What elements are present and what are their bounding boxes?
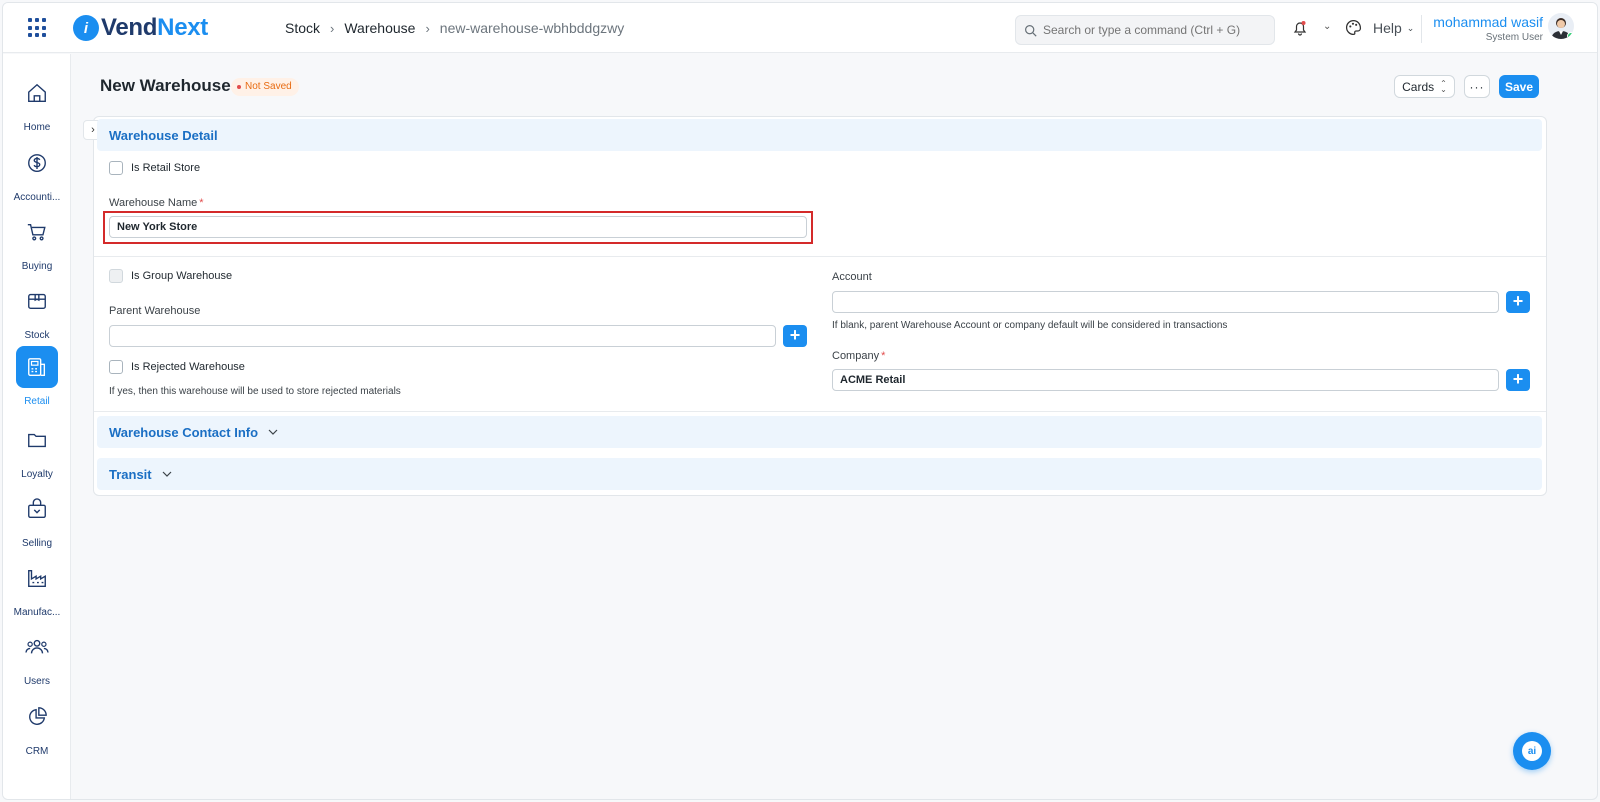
search-icon [1025, 24, 1037, 37]
section-title: Transit [109, 466, 152, 482]
sidebar-item-label: Stock [24, 330, 50, 341]
sidebar-item-selling[interactable]: Selling [3, 488, 71, 554]
sidebar-item-label: Home [23, 122, 51, 133]
user-name: mohammad wasif [1433, 14, 1543, 30]
sidebar-item-label: Accounti... [13, 192, 61, 203]
user-menu[interactable]: mohammad wasif System User [1433, 14, 1543, 43]
sidebar-item-home[interactable]: Home [3, 72, 71, 138]
chevron-down-icon: ⌄ [1406, 22, 1415, 33]
breadcrumb-item-stock[interactable]: Stock [285, 20, 320, 36]
sidebar-item-stock[interactable]: Stock [3, 280, 71, 346]
breadcrumb-item-warehouse[interactable]: Warehouse [344, 20, 415, 36]
help-label: Help [1373, 20, 1402, 36]
checkbox-label: Is Group Warehouse [131, 270, 233, 282]
sidebar-item-accounting[interactable]: Accounti... [3, 142, 71, 208]
pos-icon [28, 358, 46, 376]
nav-divider [1421, 15, 1422, 43]
sidebar-item-label: CRM [25, 746, 49, 757]
section-warehouse-contact-info[interactable]: Warehouse Contact Info [97, 416, 1542, 448]
sidebar-item-retail[interactable]: Retail [3, 346, 71, 412]
breadcrumb: Stock › Warehouse › new-warehouse-wbhbdd… [285, 20, 624, 36]
checkbox-box[interactable] [109, 360, 123, 374]
add-parent-warehouse-button[interactable]: + [783, 325, 807, 347]
warehouse-name-input[interactable]: New York Store [109, 216, 807, 238]
sidebar-item-label: Loyalty [21, 469, 53, 480]
is-group-warehouse-checkbox[interactable]: Is Group Warehouse [109, 269, 232, 283]
palette-icon[interactable] [1345, 19, 1362, 36]
home-icon [28, 83, 46, 102]
sidebar-item-manufacturing[interactable]: Manufac... [3, 557, 71, 623]
section-title: Warehouse Detail [109, 127, 218, 143]
folder-icon [28, 433, 46, 448]
sidebar-item-label: Selling [21, 538, 53, 549]
rejected-warehouse-help: If yes, then this warehouse will be used… [109, 386, 401, 397]
app-window: i VendNext Stock › Warehouse › new-wareh… [2, 2, 1598, 800]
section-warehouse-detail[interactable]: Warehouse Detail [97, 119, 1542, 151]
view-select-label: Cards [1402, 79, 1435, 94]
bell-icon[interactable] [1293, 20, 1307, 36]
account-label: Account [832, 271, 872, 283]
users-icon [25, 639, 49, 654]
section-transit[interactable]: Transit [97, 458, 1542, 490]
logo-text: VendNext [101, 14, 208, 41]
parent-warehouse-input[interactable] [109, 325, 776, 347]
sidebar-item-loyalty[interactable]: Loyalty [3, 419, 71, 485]
sort-arrows-icon: ⌃ ⌄ [1440, 78, 1447, 94]
is-retail-store-checkbox[interactable]: Is Retail Store [109, 161, 200, 175]
add-account-button[interactable]: + [1506, 291, 1530, 313]
account-input[interactable] [832, 291, 1499, 313]
warehouse-name-label: Warehouse Name * [109, 197, 204, 209]
chevron-down-icon [162, 471, 172, 477]
chevron-right-icon: › [330, 20, 335, 36]
save-button[interactable]: Save [1499, 75, 1539, 98]
is-rejected-warehouse-checkbox[interactable]: Is Rejected Warehouse [109, 360, 245, 374]
checkbox-label: Is Retail Store [131, 162, 201, 174]
company-label: Company * [832, 350, 886, 362]
checkbox-box[interactable] [109, 269, 123, 283]
dollar-icon [28, 154, 46, 172]
ai-icon: ai [1522, 741, 1542, 761]
account-help: If blank, parent Warehouse Account or co… [832, 320, 1228, 331]
breadcrumb-item-current: new-warehouse-wbhbddgzwy [439, 20, 625, 36]
sidebar-item-buying[interactable]: Buying [3, 211, 71, 277]
more-actions-button[interactable]: ··· [1464, 75, 1490, 98]
checkbox-box[interactable] [109, 161, 123, 175]
chevron-down-icon [268, 429, 278, 435]
section-divider [94, 256, 1546, 257]
user-role: System User [1485, 32, 1543, 43]
cart-icon [27, 223, 46, 241]
online-status-indicator [1567, 32, 1574, 39]
box-icon [28, 293, 46, 310]
factory-icon [28, 569, 46, 587]
company-input[interactable]: ACME Retail [832, 369, 1499, 391]
sidebar-item-label: Retail [24, 396, 50, 407]
parent-warehouse-label: Parent Warehouse [109, 305, 201, 317]
search-bar[interactable] [1015, 15, 1275, 45]
chevron-down-icon[interactable]: ⌄ [1323, 21, 1331, 32]
status-badge: Not Saved [231, 78, 299, 96]
sidebar: Home Accounti... Buying Stock Retail Loy… [3, 54, 71, 799]
ai-assistant-button[interactable]: ai [1513, 732, 1551, 770]
shopping-bag-icon [28, 498, 46, 518]
checkbox-label: Is Rejected Warehouse [131, 361, 245, 373]
chevron-right-icon: › [425, 20, 430, 36]
page-title: New Warehouse [100, 76, 231, 95]
top-navbar: i VendNext Stock › Warehouse › new-wareh… [3, 3, 1597, 53]
avatar[interactable] [1548, 13, 1574, 39]
logo-mark-icon: i [73, 15, 99, 41]
pie-chart-icon [29, 707, 47, 725]
section-title: Warehouse Contact Info [109, 424, 259, 440]
app-logo[interactable]: i VendNext [73, 14, 208, 42]
sidebar-item-label: Manufac... [13, 607, 61, 618]
view-select-button[interactable]: Cards ⌃ ⌄ [1394, 75, 1455, 98]
sidebar-item-users[interactable]: Users [3, 626, 71, 692]
apps-grid-icon[interactable] [28, 18, 48, 38]
sidebar-item-label: Users [23, 676, 51, 687]
section-divider [94, 411, 1546, 412]
add-company-button[interactable]: + [1506, 369, 1530, 391]
sidebar-item-crm[interactable]: CRM [3, 696, 71, 762]
help-menu[interactable]: Help ⌄ [1373, 20, 1414, 36]
sidebar-item-label: Buying [21, 261, 53, 272]
search-input[interactable] [1043, 23, 1263, 37]
